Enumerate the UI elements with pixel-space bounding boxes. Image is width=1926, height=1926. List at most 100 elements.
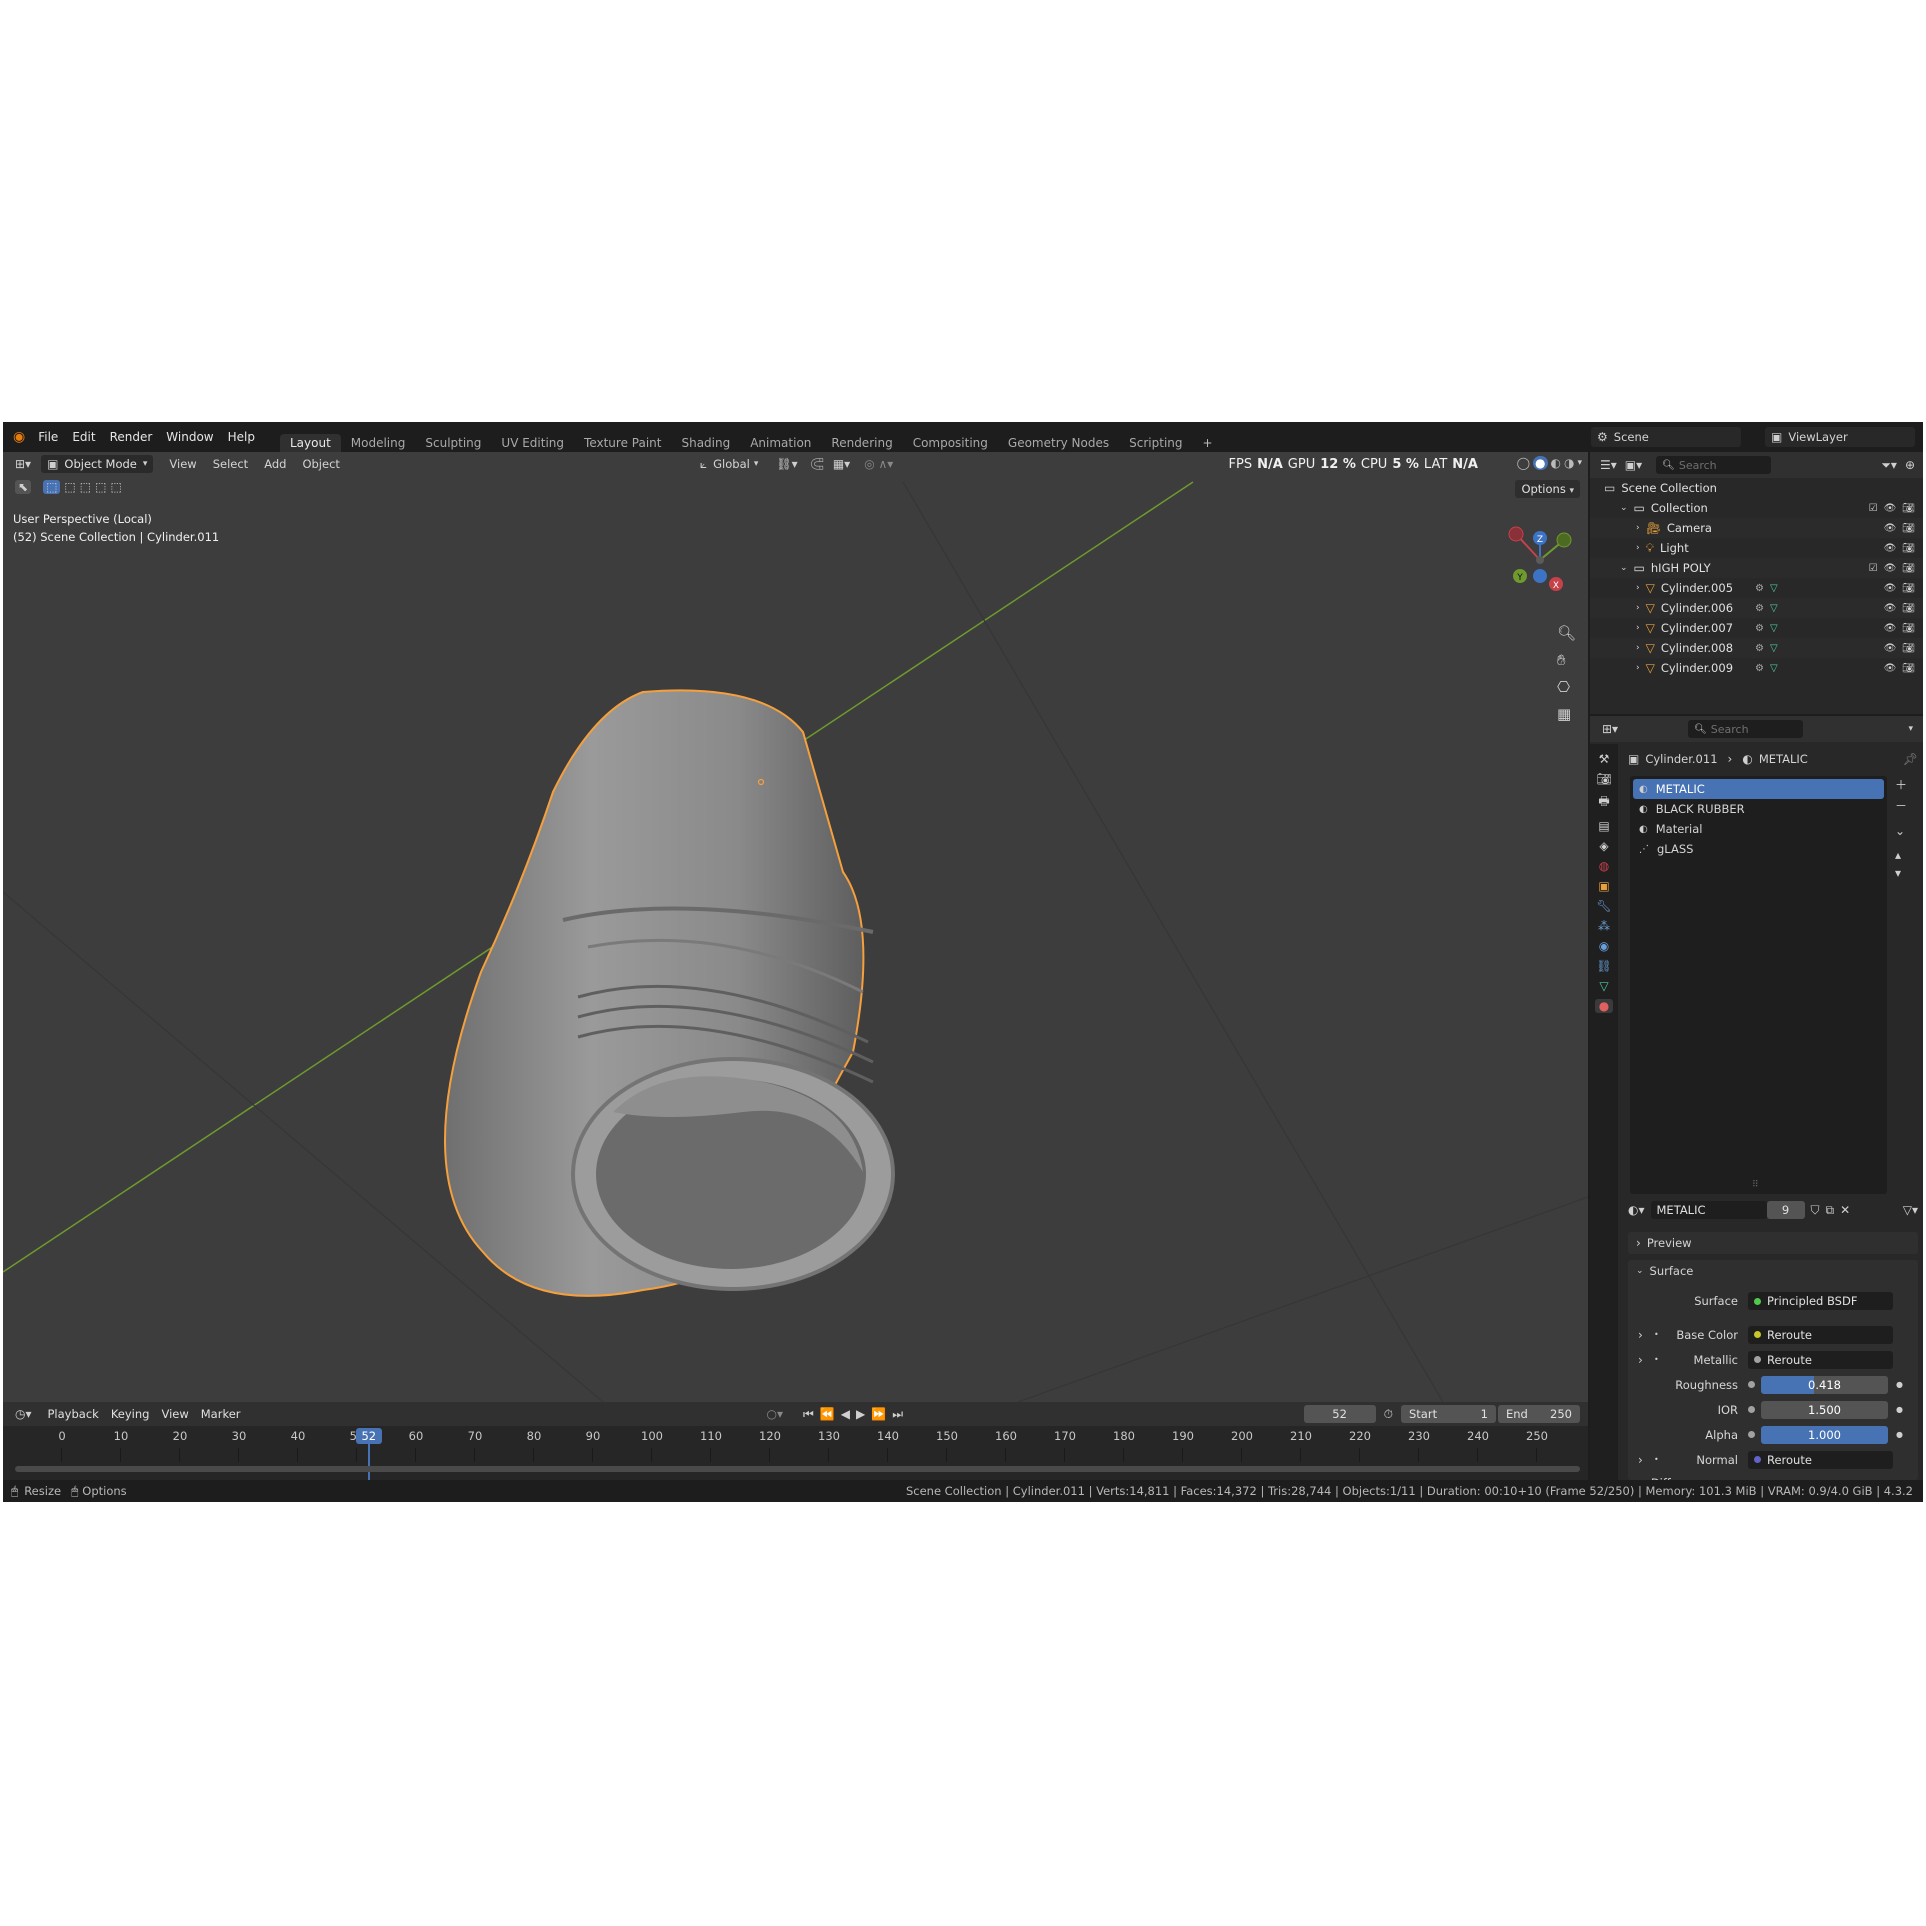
- camera-render-icon[interactable]: 📷︎: [1902, 563, 1915, 574]
- play-reverse-icon[interactable]: ◀: [841, 1407, 850, 1421]
- outliner-item[interactable]: › 💡︎ Light 👁︎ 📷︎: [1590, 538, 1923, 558]
- socket-icon[interactable]: [1748, 1431, 1755, 1438]
- viewport-menu-object[interactable]: Object: [302, 457, 339, 471]
- cylinder-object[interactable]: [444, 689, 895, 1297]
- select-cursor-icon[interactable]: ⬉: [15, 480, 32, 494]
- playback-menu[interactable]: Playback: [42, 1405, 105, 1423]
- disclosure-icon[interactable]: ›: [1636, 623, 1640, 633]
- camera-render-icon[interactable]: 📷︎: [1902, 583, 1915, 594]
- select-box-subtract-icon[interactable]: ⬚: [80, 480, 91, 494]
- viewport-menu-add[interactable]: Add: [264, 457, 286, 471]
- eye-icon[interactable]: 👁︎: [1884, 523, 1897, 534]
- menu-help[interactable]: Help: [221, 430, 262, 444]
- snap-target-icon[interactable]: ▦▾: [833, 457, 850, 471]
- eye-icon[interactable]: 👁︎: [1884, 583, 1897, 594]
- tab-layout[interactable]: Layout: [279, 434, 341, 452]
- select-box-new-icon[interactable]: ⬚: [43, 480, 61, 494]
- tab-texture-paint[interactable]: Texture Paint: [574, 434, 671, 452]
- filter-icon[interactable]: ⏷▾: [1881, 458, 1897, 473]
- view-layer-tab-icon[interactable]: ▤: [1598, 819, 1609, 833]
- scene-name[interactable]: Scene: [1614, 430, 1649, 444]
- keyframe-dot-icon[interactable]: ●: [1896, 1405, 1903, 1414]
- duplicate-material-icon[interactable]: ⧉: [1826, 1203, 1835, 1218]
- wireframe-shading-icon[interactable]: ◯: [1517, 456, 1530, 470]
- material-slot[interactable]: ◐ Material: [1633, 819, 1884, 839]
- disclosure-icon[interactable]: ›: [1636, 663, 1640, 673]
- camera-render-icon[interactable]: 📷︎: [1902, 523, 1915, 534]
- disclosure-icon[interactable]: ›: [1636, 603, 1640, 613]
- disclosure-icon[interactable]: ⌄: [1620, 503, 1628, 513]
- jump-start-icon[interactable]: ⏮: [803, 1407, 814, 1422]
- timeline-view-menu[interactable]: View: [155, 1405, 194, 1423]
- blender-logo-icon[interactable]: ◉: [13, 429, 25, 445]
- tool-tab-icon[interactable]: ⚒: [1599, 752, 1610, 766]
- material-slot[interactable]: ◐ METALIC: [1633, 779, 1884, 799]
- playhead-frame-badge[interactable]: 52: [355, 1428, 382, 1444]
- tab-scripting[interactable]: Scripting: [1119, 434, 1192, 452]
- surface-panel-header[interactable]: ⌄ Surface: [1628, 1260, 1918, 1282]
- menu-render[interactable]: Render: [103, 430, 160, 444]
- outliner-item[interactable]: › ▽ Cylinder.005 ⚙ ▽ 👁︎ 📷︎: [1590, 578, 1923, 598]
- checkbox-icon[interactable]: ☑: [1869, 563, 1878, 574]
- select-box-intersect-icon[interactable]: ⬚: [110, 480, 121, 494]
- list-resize-handle-icon[interactable]: ⠿: [1752, 1180, 1759, 1190]
- clock-editor-icon[interactable]: ◷▾: [15, 1407, 32, 1421]
- eye-icon[interactable]: 👁︎: [1884, 543, 1897, 554]
- zoom-icon[interactable]: 🔍︎: [1557, 624, 1576, 642]
- scene-collection-row[interactable]: ▭ Scene Collection: [1590, 478, 1923, 498]
- output-tab-icon[interactable]: 🖶︎: [1598, 792, 1609, 813]
- field-link[interactable]: Reroute: [1748, 1350, 1893, 1369]
- camera-render-icon[interactable]: 📷︎: [1902, 603, 1915, 614]
- remove-slot-icon[interactable]: －: [1895, 797, 1907, 814]
- chevron-right-icon[interactable]: ›: [1638, 1453, 1654, 1467]
- disclosure-icon[interactable]: ›: [1636, 583, 1640, 593]
- constraints-tab-icon[interactable]: ⛓: [1596, 959, 1611, 973]
- particles-tab-icon[interactable]: ⁂: [1598, 919, 1610, 933]
- material-slot[interactable]: ⋰ gLASS: [1633, 839, 1884, 859]
- outliner-item[interactable]: › ▽ Cylinder.009 ⚙ ▽ 👁︎ 📷︎: [1590, 658, 1923, 678]
- checkbox-icon[interactable]: ☑: [1869, 503, 1878, 514]
- outliner-editor-icon[interactable]: ☰▾: [1600, 458, 1617, 472]
- select-box-extend-icon[interactable]: ⬚: [64, 480, 75, 494]
- scene-tab-icon[interactable]: ◈: [1599, 839, 1608, 853]
- material-shading-icon[interactable]: ◐: [1551, 456, 1561, 470]
- unlink-material-icon[interactable]: ✕: [1840, 1203, 1850, 1217]
- object-tab-icon[interactable]: ▣: [1598, 879, 1609, 893]
- pivot-icon[interactable]: ⛓▾: [776, 457, 797, 471]
- 3d-viewport[interactable]: ⊞▾ ▣ Object Mode ▾ View Select Add Objec…: [3, 452, 1588, 1402]
- camera-render-icon[interactable]: 📷︎: [1902, 623, 1915, 634]
- field-slider[interactable]: 0.418: [1761, 1375, 1888, 1394]
- outliner-item[interactable]: ⌄ ▭ Collection ☑ 👁︎ 📷︎: [1590, 498, 1923, 518]
- eye-icon[interactable]: 👁︎: [1884, 503, 1897, 514]
- field-slider[interactable]: 1.000: [1761, 1425, 1888, 1444]
- preview-panel-header[interactable]: › Preview: [1628, 1232, 1918, 1254]
- slot-specials-icon[interactable]: ⌄: [1895, 824, 1907, 838]
- auto-key-icon[interactable]: ○▾: [767, 1407, 784, 1421]
- new-collection-icon[interactable]: ⊕: [1905, 458, 1915, 472]
- keyframe-dot-icon[interactable]: ●: [1896, 1430, 1903, 1439]
- move-up-icon[interactable]: ▴: [1895, 848, 1907, 862]
- keying-menu[interactable]: Keying: [105, 1405, 156, 1423]
- material-slot[interactable]: ◐ BLACK RUBBER: [1633, 799, 1884, 819]
- tab-animation[interactable]: Animation: [740, 434, 821, 452]
- menu-edit[interactable]: Edit: [65, 430, 102, 444]
- outliner-item[interactable]: › ▽ Cylinder.008 ⚙ ▽ 👁︎ 📷︎: [1590, 638, 1923, 658]
- viewport-scene[interactable]: [3, 452, 1588, 1402]
- outliner-item[interactable]: ⌄ ▭ hIGH POLY ☑ 👁︎ 📷︎: [1590, 558, 1923, 578]
- data-tab-icon[interactable]: ▽: [1599, 979, 1608, 993]
- disclosure-icon[interactable]: ›: [1636, 643, 1640, 653]
- eye-icon[interactable]: 👁︎: [1884, 643, 1897, 654]
- render-tab-icon[interactable]: 📷︎: [1596, 772, 1611, 786]
- keyframe-dot-icon[interactable]: ●: [1896, 1380, 1903, 1389]
- world-tab-icon[interactable]: ◍: [1599, 859, 1609, 873]
- disclosure-icon[interactable]: ⌄: [1620, 563, 1628, 573]
- select-box-invert-icon[interactable]: ⬚: [95, 480, 106, 494]
- current-frame-field[interactable]: 52: [1303, 1405, 1376, 1423]
- socket-icon[interactable]: [1748, 1381, 1755, 1388]
- browse-material-icon[interactable]: ◐▾: [1628, 1203, 1645, 1217]
- user-count[interactable]: 9: [1766, 1201, 1805, 1219]
- material-name-field[interactable]: METALIC: [1650, 1201, 1767, 1219]
- outliner-item[interactable]: › ▽ Cylinder.007 ⚙ ▽ 👁︎ 📷︎: [1590, 618, 1923, 638]
- chevron-down-icon[interactable]: ▾: [1577, 458, 1582, 468]
- tab-shading[interactable]: Shading: [671, 434, 740, 452]
